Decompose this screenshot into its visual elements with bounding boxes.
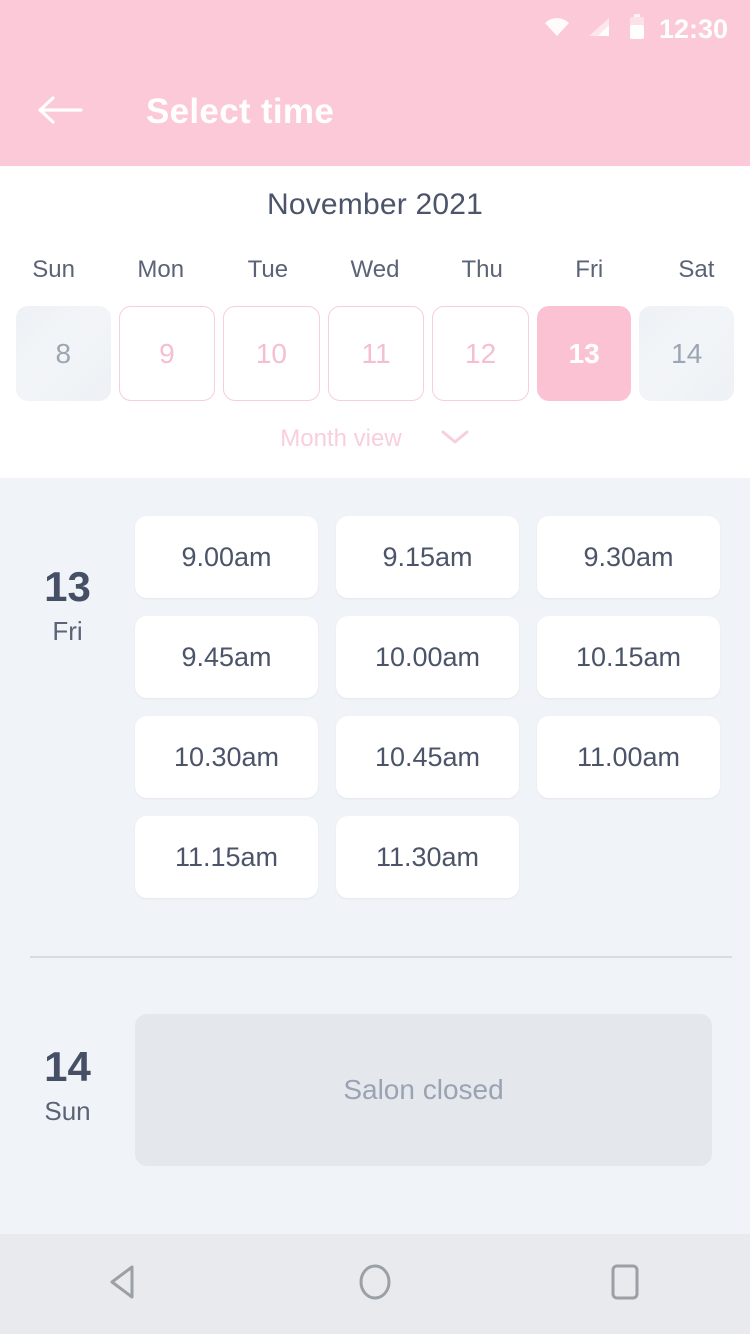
schedule-date-number: 14 (44, 1043, 91, 1090)
time-slot[interactable]: 11.00am (537, 716, 720, 798)
calendar-weekday-header: Sun Mon Tue Wed Thu Fri Sat (0, 256, 750, 284)
back-button[interactable] (32, 84, 88, 140)
month-view-toggle[interactable]: Month view (0, 425, 750, 453)
weekday-label: Fri (575, 256, 604, 283)
weekday-label: Mon (137, 256, 185, 283)
status-bar-icons (543, 13, 645, 45)
recents-square-icon (607, 1260, 643, 1309)
back-triangle-icon (105, 1261, 145, 1308)
app-bar: Select time (0, 58, 750, 166)
time-slot[interactable]: 10.00am (336, 616, 519, 698)
time-slot[interactable]: 9.45am (135, 616, 318, 698)
android-nav-bar (0, 1234, 750, 1334)
status-bar-clock: 12:30 (658, 13, 728, 44)
salon-closed-banner: Salon closed (135, 1014, 712, 1166)
calendar-day-11[interactable]: 11 (327, 306, 425, 401)
time-slot[interactable]: 10.30am (135, 716, 318, 798)
nav-home-button[interactable] (320, 1249, 430, 1319)
schedule-divider (30, 956, 732, 958)
schedule-day-14: 14 Sun Salon closed (0, 1014, 750, 1166)
calendar-day-14: 14 (639, 306, 735, 401)
phone-screen: 12:30 Select time November 2021 Sun Mon … (0, 0, 750, 1334)
time-slot[interactable]: 10.45am (336, 716, 519, 798)
schedule-day-label: 13 Fri (0, 516, 135, 898)
time-slot[interactable]: 11.15am (135, 816, 318, 898)
time-slot[interactable]: 11.30am (336, 816, 519, 898)
nav-back-button[interactable] (70, 1249, 180, 1319)
battery-icon (629, 13, 645, 45)
calendar-day-8: 8 (16, 306, 111, 401)
month-view-label: Month view (280, 425, 402, 452)
calendar-day-13[interactable]: 13 (536, 306, 632, 401)
time-slot[interactable]: 10.15am (537, 616, 720, 698)
weekday-label: Tue (247, 256, 289, 283)
weekday-label: Sun (32, 256, 75, 283)
schedule-day-name: Sun (44, 1096, 91, 1126)
schedule-day-13: 13 Fri 9.00am 9.15am 9.30am 9.45am 10.00… (0, 516, 750, 898)
calendar-month-title: November 2021 (266, 188, 484, 221)
schedule-section: 13 Fri 9.00am 9.15am 9.30am 9.45am 10.00… (0, 478, 750, 1166)
calendar-day-10[interactable]: 10 (223, 306, 320, 401)
calendar-panel: November 2021 Sun Mon Tue Wed Thu Fri Sa… (0, 166, 750, 478)
time-slot[interactable]: 9.15am (336, 516, 519, 598)
weekday-label: Thu (461, 256, 503, 283)
arrow-left-icon (37, 94, 83, 131)
wifi-icon (543, 16, 571, 43)
nav-recents-button[interactable] (570, 1249, 680, 1319)
calendar-day-row: 8 9 10 11 12 13 14 (0, 306, 750, 401)
weekday-label: Wed (350, 256, 400, 283)
home-circle-icon (354, 1260, 396, 1309)
time-slot[interactable]: 9.30am (537, 516, 720, 598)
cellular-signal-icon (587, 16, 613, 43)
schedule-date-number: 13 (44, 563, 91, 610)
schedule-day-label: 14 Sun (0, 1014, 135, 1166)
calendar-day-12[interactable]: 12 (432, 306, 529, 401)
chevron-down-icon (440, 428, 470, 451)
status-bar: 12:30 (0, 0, 750, 58)
schedule-day-name: Fri (52, 616, 83, 646)
calendar-day-9[interactable]: 9 (118, 306, 216, 401)
page-title: Select time (146, 92, 335, 131)
time-slot[interactable]: 9.00am (135, 516, 318, 598)
time-slot-grid: 9.00am 9.15am 9.30am 9.45am 10.00am 10.1… (135, 516, 720, 898)
weekday-label: Sat (678, 256, 715, 283)
